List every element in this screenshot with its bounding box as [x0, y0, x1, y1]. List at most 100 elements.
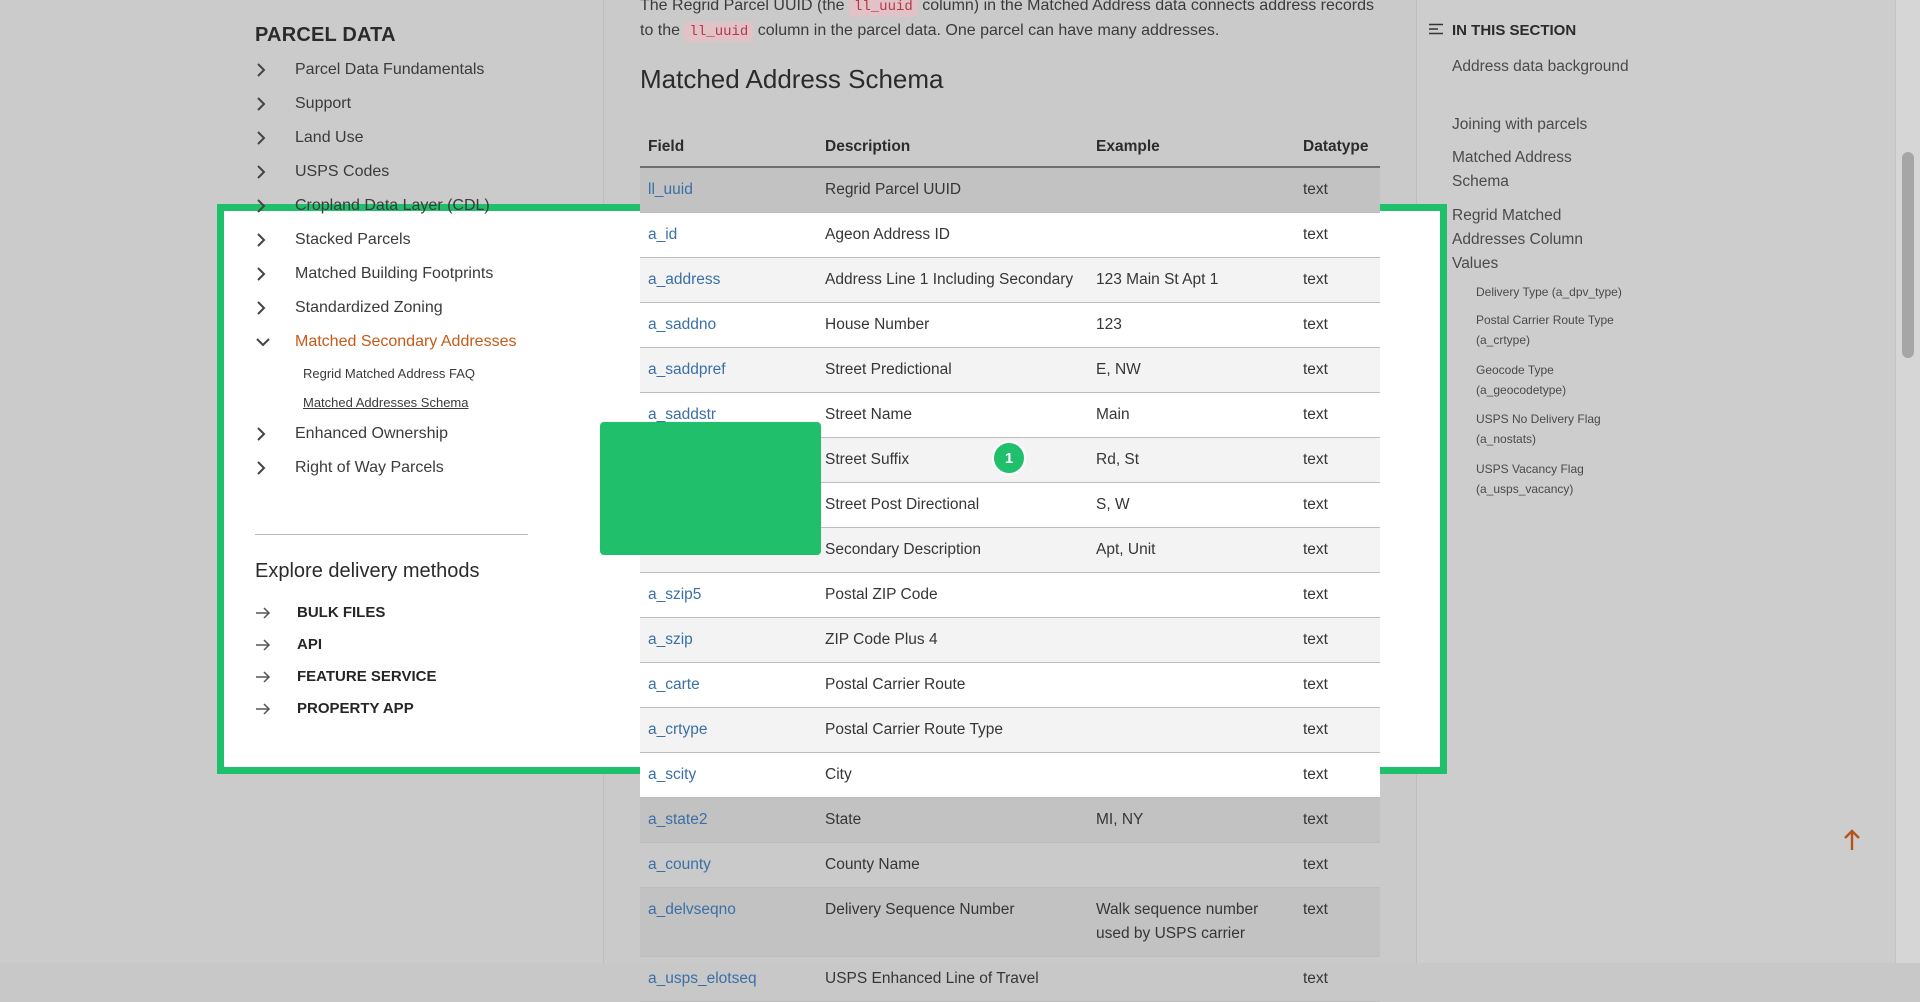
datatype-cell: text: [1295, 797, 1380, 843]
intro-text: The Regrid Parcel UUID (the: [640, 0, 849, 14]
column-header: Datatype: [1295, 128, 1380, 168]
toc-item-matched-address-schema[interactable]: Matched Address Schema: [1452, 146, 1632, 194]
sidebar-item-right-of-way-parcels[interactable]: Right of Way Parcels: [255, 456, 444, 480]
schema-table: Field Description Example Datatype ll_uu…: [640, 128, 1380, 1002]
chevron-right-icon[interactable]: [255, 131, 295, 145]
sidebar-item-label[interactable]: Cropland Data Layer (CDL): [295, 197, 490, 215]
sidebar-item-matched-building-footprints[interactable]: Matched Building Footprints: [255, 262, 493, 286]
field-cell[interactable]: a_county: [640, 842, 817, 888]
sidebar-item-label[interactable]: Standardized Zoning: [295, 299, 443, 317]
field-cell[interactable]: a_saddpref: [640, 347, 817, 393]
sidebar-item-label[interactable]: USPS Codes: [295, 163, 389, 181]
method-label[interactable]: API: [297, 636, 322, 653]
sidebar-item-label[interactable]: Matched Secondary Addresses: [295, 333, 516, 351]
arrow-right-icon: [255, 638, 297, 651]
sidebar-item-standardized-zoning[interactable]: Standardized Zoning: [255, 296, 443, 320]
field-cell[interactable]: a_address: [640, 257, 817, 303]
sidebar-subitem-faq[interactable]: Regrid Matched Address FAQ: [303, 366, 475, 381]
field-cell[interactable]: a_scity: [640, 752, 817, 798]
field-cell[interactable]: a_state2: [640, 797, 817, 843]
chevron-right-icon[interactable]: [255, 427, 295, 441]
table-row: a_id Ageon Address ID text: [640, 212, 1380, 258]
arrow-up-icon[interactable]: [1840, 826, 1864, 854]
sidebar-item-label[interactable]: Parcel Data Fundamentals: [295, 61, 484, 79]
description-cell: Postal ZIP Code: [817, 572, 1088, 618]
sidebar-item-label[interactable]: Enhanced Ownership: [295, 425, 448, 443]
sidebar-item-land-use[interactable]: Land Use: [255, 126, 364, 150]
toc-item-joining-with-parcels[interactable]: Joining with parcels: [1452, 113, 1632, 137]
sidebar-item-label[interactable]: Stacked Parcels: [295, 231, 411, 249]
chevron-right-icon[interactable]: [255, 199, 295, 213]
back-to-top-button[interactable]: [1840, 826, 1864, 854]
field-cell[interactable]: a_crtype: [640, 707, 817, 753]
description-cell: House Number: [817, 302, 1088, 348]
toc-item-column-values[interactable]: Regrid Matched Addresses Column Values: [1452, 204, 1632, 276]
description-cell: Street Predictional: [817, 347, 1088, 393]
chevron-right-icon[interactable]: [255, 63, 295, 77]
chevron-right-icon[interactable]: [255, 267, 295, 281]
page: PARCEL DATA Parcel Data Fundamentals Sup…: [0, 0, 1920, 1002]
toc-subitem-delivery-type[interactable]: Delivery Type (a_dpv_type): [1476, 282, 1646, 302]
field-cell[interactable]: a_usps_elotseq: [640, 956, 817, 1002]
method-feature-service[interactable]: FEATURE SERVICE: [255, 668, 436, 685]
sidebar-item-label[interactable]: Right of Way Parcels: [295, 459, 444, 477]
explore-title: Explore delivery methods: [255, 560, 480, 582]
table-body: ll_uuid Regrid Parcel UUID text a_id Ageon A…: [640, 167, 1380, 1002]
datatype-cell: text: [1295, 887, 1380, 957]
description-cell: City: [817, 752, 1088, 798]
arrow-right-icon: [255, 702, 297, 715]
sidebar-divider: [255, 534, 528, 535]
chevron-right-icon[interactable]: [255, 165, 295, 179]
method-property-app[interactable]: PROPERTY APP: [255, 700, 414, 717]
toc-subitem-geocode-type[interactable]: Geocode Type (a_geocodetype): [1476, 360, 1646, 400]
sidebar-item-matched-secondary-addresses[interactable]: Matched Secondary Addresses: [255, 330, 516, 354]
field-cell[interactable]: ll_uuid: [640, 167, 817, 213]
method-bulk-files[interactable]: BULK FILES: [255, 604, 385, 621]
field-cell[interactable]: a_saddno: [640, 302, 817, 348]
example-cell: [1088, 842, 1295, 888]
table-row: a_usps_elotseq USPS Enhanced Line of Trav…: [640, 956, 1380, 1002]
method-label[interactable]: FEATURE SERVICE: [297, 668, 436, 685]
sidebar-item-enhanced-ownership[interactable]: Enhanced Ownership: [255, 422, 448, 446]
toc-subitem-vacancy-flag[interactable]: USPS Vacancy Flag (a_usps_vacancy): [1476, 459, 1646, 499]
table-row: a_delvseqno Delivery Sequence Number Walk …: [640, 887, 1380, 957]
chevron-right-icon[interactable]: [255, 97, 295, 111]
chevron-right-icon[interactable]: [255, 301, 295, 315]
sidebar-item-label[interactable]: Land Use: [295, 129, 364, 147]
description-cell: State: [817, 797, 1088, 843]
field-cell[interactable]: a_szip5: [640, 572, 817, 618]
sidebar-subitem-schema[interactable]: Matched Addresses Schema: [303, 395, 468, 410]
field-cell[interactable]: a_id: [640, 212, 817, 258]
method-label[interactable]: PROPERTY APP: [297, 700, 414, 717]
example-cell: Main: [1088, 392, 1295, 438]
scrollbar[interactable]: [1895, 0, 1920, 963]
sidebar-item-parcel-data-fundamentals[interactable]: Parcel Data Fundamentals: [255, 58, 484, 82]
toc-subitem-no-delivery-flag[interactable]: USPS No Delivery Flag (a_nostats): [1476, 409, 1646, 449]
datatype-cell: text: [1295, 212, 1380, 258]
example-cell: 123 Main St Apt 1: [1088, 257, 1295, 303]
sidebar-item-cropland-data-layer[interactable]: Cropland Data Layer (CDL): [255, 194, 490, 218]
example-cell: Apt, Unit: [1088, 527, 1295, 573]
scrollbar-thumb[interactable]: [1902, 152, 1914, 358]
method-api[interactable]: API: [255, 636, 322, 653]
toc-title: IN THIS SECTION: [1428, 22, 1576, 39]
sidebar-item-label[interactable]: Matched Building Footprints: [295, 265, 493, 283]
field-cell[interactable]: a_delvseqno: [640, 887, 817, 957]
sidebar-item-usps-codes[interactable]: USPS Codes: [255, 160, 389, 184]
sidebar-item-label[interactable]: Support: [295, 95, 351, 113]
table-row: a_szip5 Postal ZIP Code text: [640, 572, 1380, 618]
toc-subitem-carrier-route-type[interactable]: Postal Carrier Route Type (a_crtype): [1476, 310, 1646, 350]
description-cell: Street Post Directional: [817, 482, 1088, 528]
sidebar-item-support[interactable]: Support: [255, 92, 351, 116]
field-cell[interactable]: a_szip: [640, 617, 817, 663]
example-cell: Walk sequence number used by USPS carrie…: [1088, 887, 1295, 957]
sidebar-item-stacked-parcels[interactable]: Stacked Parcels: [255, 228, 411, 252]
chevron-right-icon[interactable]: [255, 461, 295, 475]
field-cell[interactable]: a_carte: [640, 662, 817, 708]
chevron-right-icon[interactable]: [255, 233, 295, 247]
example-cell: [1088, 707, 1295, 753]
toc-item-address-data-background[interactable]: Address data background: [1452, 55, 1632, 79]
method-label[interactable]: BULK FILES: [297, 604, 385, 621]
description-cell: Delivery Sequence Number: [817, 887, 1088, 957]
chevron-down-icon[interactable]: [255, 336, 295, 348]
